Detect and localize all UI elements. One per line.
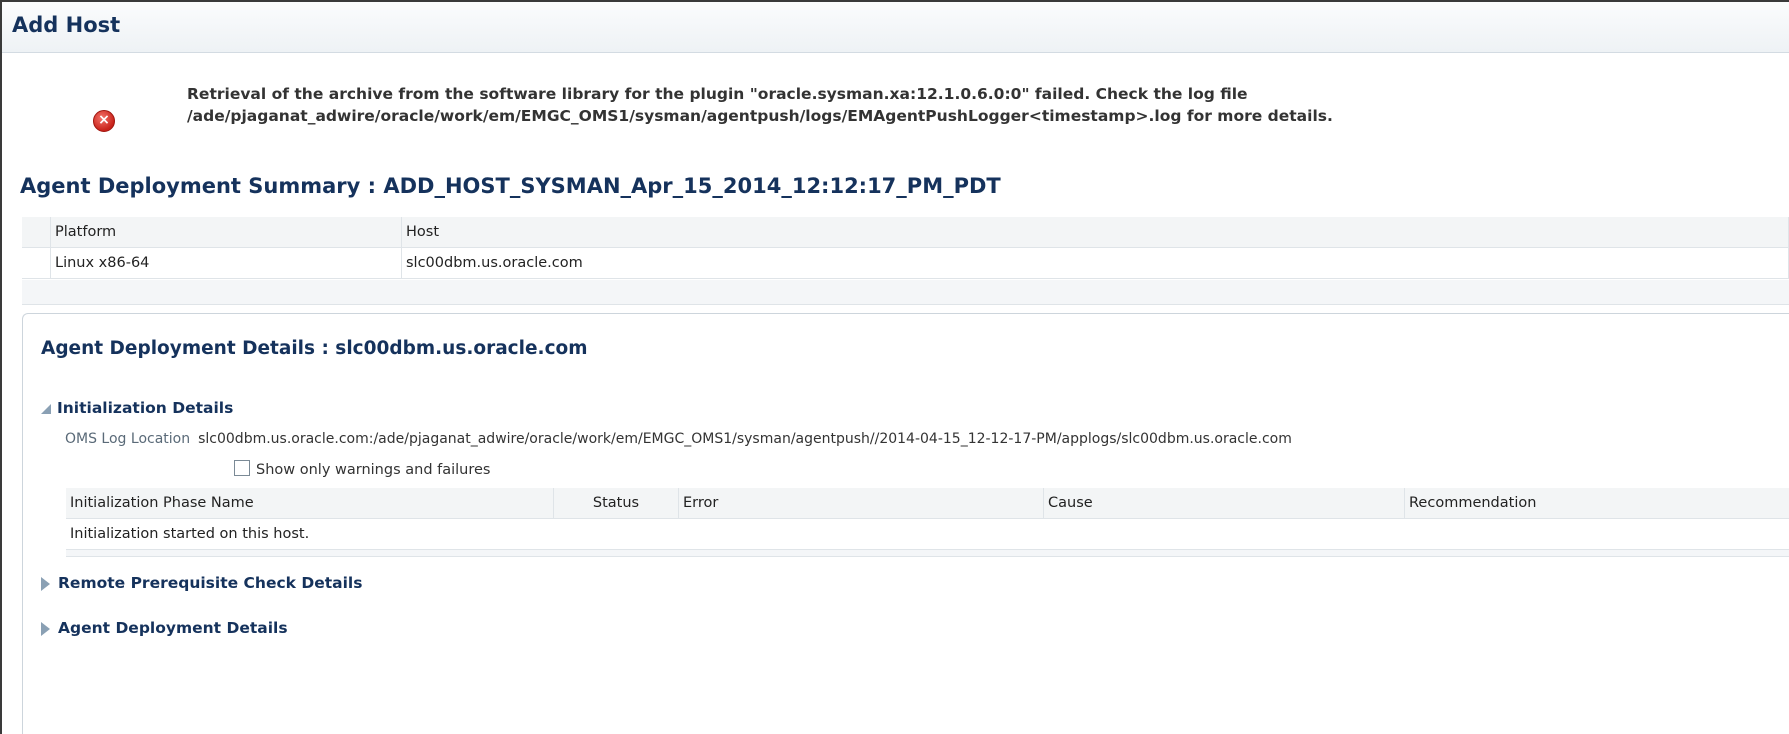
show-warnings-checkbox[interactable] <box>234 460 250 476</box>
phase-table-header: Initialization Phase Name Status Error C… <box>66 488 1789 519</box>
summary-table: Platform Host Linux x86-64 slc00dbm.us.o… <box>22 217 1789 279</box>
show-warnings-checkbox-row[interactable]: Show only warnings and failures <box>234 460 491 478</box>
column-header-status[interactable]: Status <box>553 488 679 519</box>
summary-table-footer <box>22 280 1789 305</box>
table-row[interactable]: Linux x86-64 slc00dbm.us.oracle.com <box>22 247 1789 279</box>
section-remote-prerequisite-check[interactable]: Remote Prerequisite Check Details <box>41 574 362 592</box>
section-agent-deployment-details[interactable]: Agent Deployment Details <box>41 619 288 637</box>
section-label: Remote Prerequisite Check Details <box>58 574 363 592</box>
error-message-text: Retrieval of the archive from the softwa… <box>187 85 1333 125</box>
oms-log-label: OMS Log Location <box>65 431 191 447</box>
error-message: × Retrieval of the archive from the soft… <box>93 83 1437 132</box>
column-header-error[interactable]: Error <box>678 488 1044 519</box>
page-title: Add Host <box>12 13 121 37</box>
cell-platform: Linux x86-64 <box>50 247 402 279</box>
column-header-host[interactable]: Host <box>401 217 1789 248</box>
error-icon: × <box>93 110 115 132</box>
checkbox-label[interactable]: Show only warnings and failures <box>256 462 491 478</box>
triangle-expanded-icon <box>41 403 51 414</box>
table-row[interactable]: Initialization started on this host. <box>66 518 1789 550</box>
triangle-collapsed-icon <box>41 576 50 591</box>
cell-phase-name: Initialization started on this host. <box>66 518 1789 550</box>
section-label: Agent Deployment Details <box>58 619 288 637</box>
section-initialization-details[interactable]: Initialization Details <box>41 399 233 417</box>
column-header-platform[interactable]: Platform <box>50 217 402 248</box>
oms-log-value: slc00dbm.us.oracle.com:/ade/pjaganat_adw… <box>198 431 1292 447</box>
section-label: Initialization Details <box>57 399 234 417</box>
oms-log-location: OMS Log Location slc00dbm.us.oracle.com:/… <box>65 431 1292 447</box>
column-header-phase-name[interactable]: Initialization Phase Name <box>66 488 554 519</box>
phase-table-footer <box>66 549 1789 557</box>
triangle-collapsed-icon <box>41 621 50 636</box>
initialization-phase-table: Initialization Phase Name Status Error C… <box>66 488 1789 557</box>
column-header-recommendation[interactable]: Recommendation <box>1404 488 1789 519</box>
summary-table-header: Platform Host <box>22 217 1789 248</box>
title-bar: Add Host <box>2 2 1789 53</box>
cell-host: slc00dbm.us.oracle.com <box>401 247 1789 279</box>
summary-title: Agent Deployment Summary : ADD_HOST_SYSM… <box>20 174 1001 198</box>
details-title: Agent Deployment Details : slc00dbm.us.o… <box>41 338 588 359</box>
details-panel: Agent Deployment Details : slc00dbm.us.o… <box>22 313 1789 734</box>
row-gutter <box>22 217 51 248</box>
row-gutter <box>22 247 51 279</box>
column-header-cause[interactable]: Cause <box>1043 488 1405 519</box>
